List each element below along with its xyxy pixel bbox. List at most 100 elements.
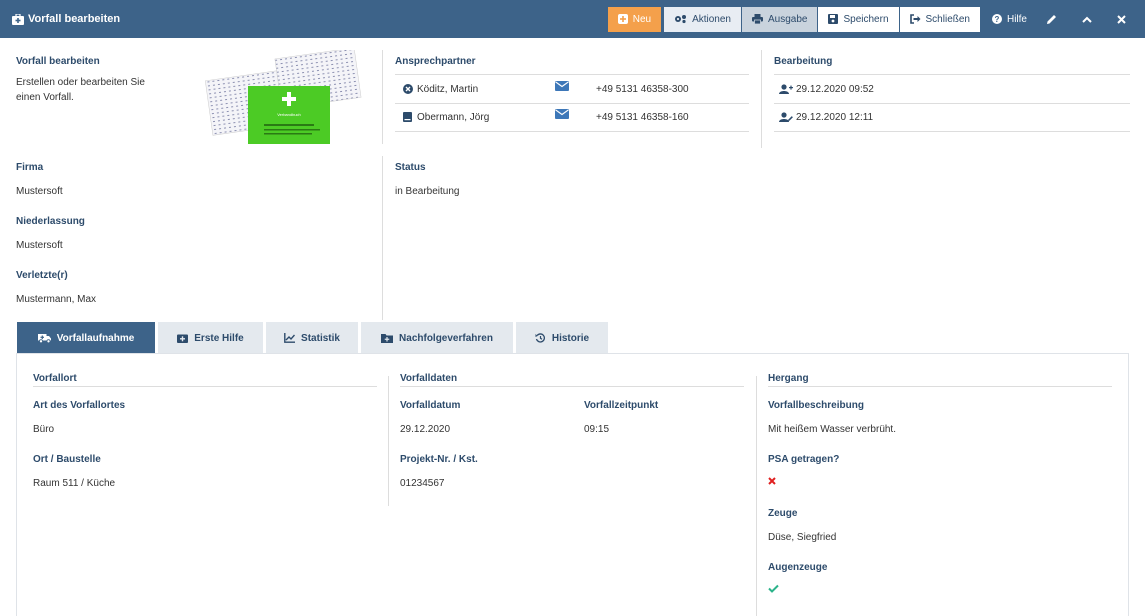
output-button[interactable]: Ausgabe (742, 6, 818, 32)
tab-erste-hilfe[interactable]: Erste Hilfe (158, 322, 263, 354)
chevron-up-icon (1081, 16, 1092, 23)
augenzeuge-yes-icon (768, 584, 779, 596)
modified-date: 29.12.2020 12:11 (796, 112, 874, 123)
save-button[interactable]: Speichern (818, 6, 899, 32)
contact-name: Obermann, Jörg (417, 112, 490, 123)
output-button-label: Ausgabe (768, 13, 808, 25)
divider (382, 156, 383, 320)
tab-nachfolgeverfahren[interactable]: Nachfolgeverfahren (361, 322, 513, 354)
art-value: Büro (33, 424, 55, 435)
close-window-button[interactable] (1107, 7, 1141, 32)
window-title: Vorfall bearbeiten (0, 13, 608, 25)
contact-type-icon (403, 84, 413, 97)
tab-label: Nachfolgeverfahren (399, 332, 493, 344)
datum-value: 29.12.2020 (400, 424, 451, 435)
divider (395, 74, 749, 75)
email-button[interactable] (555, 81, 569, 94)
contact-phone[interactable]: +49 5131 46358-160 (596, 112, 689, 123)
tab-statistik[interactable]: Statistik (266, 322, 358, 354)
divider (388, 376, 389, 506)
hergang-heading: Hergang (768, 373, 809, 384)
title-bar: Vorfall bearbeiten Neu Aktionen Ausgabe … (0, 0, 1145, 38)
psa-no-icon (768, 477, 776, 488)
pencil-icon (1047, 14, 1056, 24)
envelope-icon (555, 81, 569, 91)
divider (761, 50, 762, 148)
verletzte-value: Mustermann, Max (16, 294, 97, 305)
divider (768, 386, 1112, 387)
save-button-label: Speichern (843, 13, 889, 25)
divider (395, 103, 749, 104)
intro-heading: Vorfall bearbeiten (16, 56, 100, 67)
verbandbuch-image: Verbandbuch (204, 47, 362, 144)
tab-historie[interactable]: Historie (516, 322, 608, 354)
actions-button-label: Aktionen (692, 13, 731, 25)
editing-heading: Bearbeitung (774, 56, 833, 67)
new-button[interactable]: Neu (607, 6, 662, 32)
medkit-icon (177, 334, 189, 343)
divider (774, 103, 1130, 104)
question-circle-icon: ? (991, 14, 1002, 24)
actions-button[interactable]: Aktionen (664, 6, 741, 32)
divider (400, 386, 744, 387)
contact-name: Köditz, Martin (417, 84, 479, 95)
cogs-icon (675, 15, 687, 24)
plus-square-icon (617, 14, 628, 24)
contact-type-icon (403, 112, 412, 125)
tab-label: Statistik (301, 332, 340, 344)
zeit-label: Vorfallzeitpunkt (584, 400, 659, 411)
art-label: Art des Vorfallortes (33, 400, 126, 411)
projekt-value: 01234567 (400, 478, 445, 489)
divider (395, 131, 749, 132)
window-title-text: Vorfall bearbeiten (28, 13, 121, 25)
psa-label: PSA getragen? (768, 454, 840, 465)
folder-plus-icon (381, 334, 394, 343)
divider (774, 131, 1130, 132)
contacts-heading: Ansprechpartner (395, 56, 476, 67)
contact-phone[interactable]: +49 5131 46358-300 (596, 84, 689, 95)
zeuge-label: Zeuge (768, 508, 798, 519)
divider (774, 74, 1130, 75)
verbandbuch-illustration: Verbandbuch (204, 47, 364, 146)
zeit-value: 09:15 (584, 424, 610, 435)
times-circle-icon (403, 84, 413, 94)
tab-label: Vorfallaufnahme (56, 332, 135, 344)
niederlassung-value: Mustersoft (16, 240, 63, 251)
niederlassung-label: Niederlassung (16, 216, 85, 227)
history-icon (535, 333, 545, 343)
status-label: Status (395, 162, 426, 173)
edit-button[interactable] (1037, 7, 1071, 32)
ort-value: Raum 511 / Küche (33, 478, 116, 489)
collapse-button[interactable] (1072, 7, 1106, 32)
line-chart-icon (284, 333, 296, 343)
tab-vorfallaufnahme[interactable]: Vorfallaufnahme (17, 322, 155, 354)
close-icon (1117, 14, 1126, 24)
svg-text:?: ? (995, 15, 1000, 24)
close-button[interactable]: Schließen (899, 6, 980, 32)
divider (33, 386, 377, 387)
ort-label: Ort / Baustelle (33, 454, 101, 465)
zeuge-value: Düse, Siegfried (768, 532, 837, 543)
projekt-label: Projekt-Nr. / Kst. (400, 454, 478, 465)
divider (382, 50, 383, 144)
book-icon (403, 112, 412, 122)
vorfallort-heading: Vorfallort (33, 373, 77, 384)
user-plus-icon (779, 84, 793, 97)
ambulance-icon (37, 334, 51, 343)
floppy-disk-icon (828, 14, 839, 24)
help-button-label: Hilfe (1006, 13, 1027, 25)
verletzte-label: Verletzte(r) (16, 270, 68, 281)
email-button[interactable] (555, 109, 569, 122)
tab-label: Historie (551, 332, 590, 344)
book-label: Verbandbuch (277, 112, 301, 117)
envelope-icon (555, 109, 569, 119)
user-edit-icon (779, 112, 793, 125)
beschreibung-label: Vorfallbeschreibung (768, 400, 864, 411)
sign-out-icon (909, 14, 921, 24)
tab-panel (16, 353, 1129, 616)
beschreibung-value: Mit heißem Wasser verbrüht. (768, 424, 896, 435)
divider (756, 376, 757, 616)
help-button[interactable]: ? Hilfe (983, 7, 1036, 32)
vorfalldaten-heading: Vorfalldaten (400, 373, 458, 384)
tab-label: Erste Hilfe (194, 332, 244, 344)
